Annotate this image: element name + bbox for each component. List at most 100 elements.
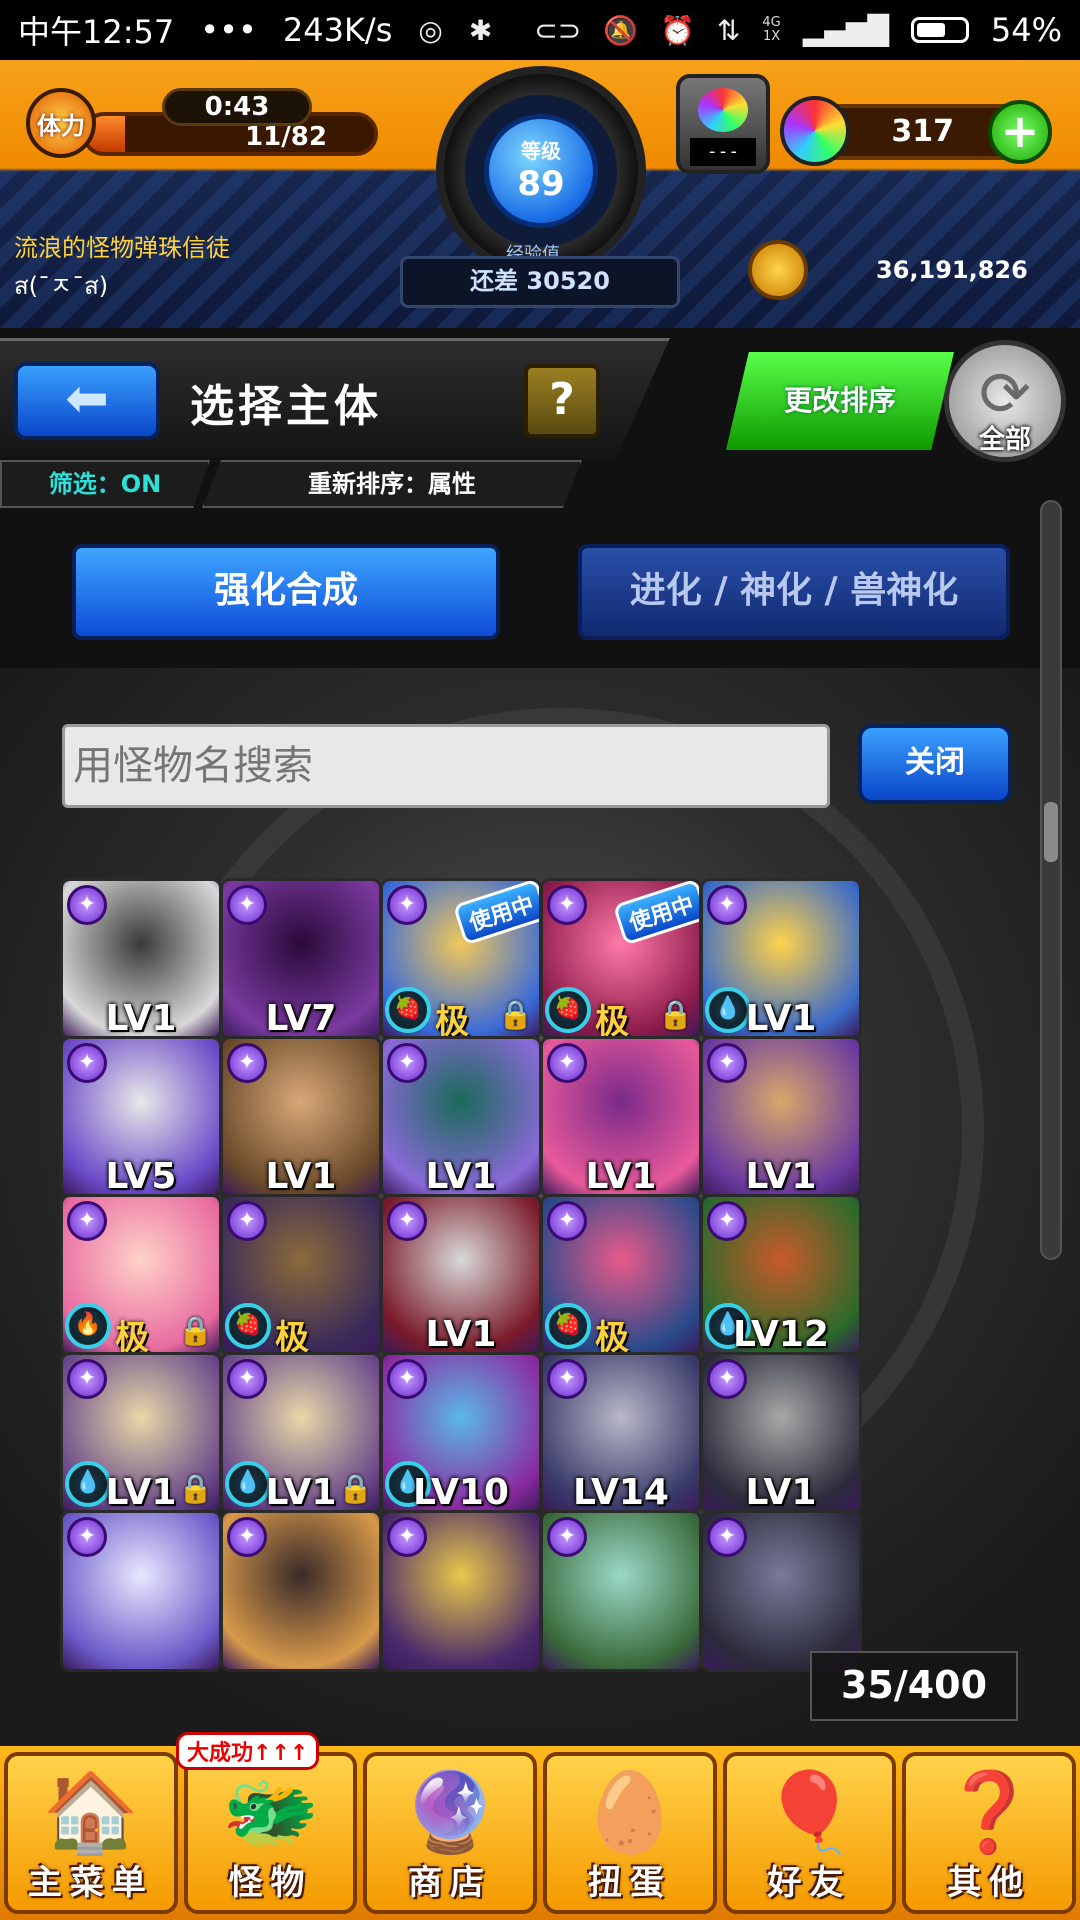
monster-card[interactable]: ✦ — [220, 1510, 382, 1672]
status-time: 中午12:57 — [18, 13, 175, 51]
dark-element-icon: ✦ — [547, 885, 587, 925]
lock-icon: 🔒 — [178, 1314, 213, 1347]
help-button[interactable]: ? — [524, 364, 600, 438]
player-comment: ส(¯ㅈ¯ส) — [14, 272, 109, 300]
dark-element-icon: ✦ — [707, 885, 747, 925]
monster-card[interactable]: ✦ LV14 — [540, 1352, 702, 1514]
battery-percent: 54% — [990, 11, 1062, 49]
nav-item-3[interactable]: 🥚 扭蛋 — [543, 1752, 717, 1914]
nav-item-4[interactable]: 🎈 好友 — [722, 1752, 897, 1914]
stamina-count: 11/82 — [245, 122, 327, 152]
great-success-badge: 大成功↑↑↑ — [176, 1732, 320, 1770]
monster-card[interactable]: ✦ — [540, 1510, 702, 1672]
monster-card[interactable]: ✦ — [380, 1510, 542, 1672]
scrollbar[interactable] — [1040, 500, 1062, 1260]
orb-machine-icon[interactable]: --- — [676, 74, 770, 174]
monster-card[interactable]: ✦ 使用中 🍓 极 🔒 — [540, 878, 702, 1040]
nav-label: 主菜单 — [27, 1863, 154, 1903]
dark-element-icon: ✦ — [547, 1517, 587, 1557]
show-all-label: 全部 — [978, 425, 1031, 455]
filter-toggle[interactable]: 筛选：ON — [0, 460, 210, 508]
tab-power-up-fusion[interactable]: 强化合成 — [72, 544, 500, 640]
status-bar: 中午12:57 ••• 243K/s ◎ ✱ ⊂⊃ 🔕 ⏰ ⇅ 4G 1X ▂▄… — [0, 0, 1080, 60]
monster-card[interactable]: ✦ 🍓 极 — [540, 1194, 702, 1356]
monster-card[interactable]: ✦ 💧 LV1 — [700, 878, 862, 1040]
lock-icon: 🔒 — [658, 998, 693, 1031]
show-all-button[interactable]: ⟳ 全部 — [944, 340, 1066, 462]
max-level-mark: 极 — [595, 1002, 629, 1040]
buy-orbs-button[interactable]: + — [988, 100, 1052, 164]
monster-card[interactable]: ✦ LV1 — [60, 878, 222, 1040]
tab-evolution[interactable]: 进化 / 神化 / 兽神化 — [578, 544, 1010, 640]
monster-card[interactable]: ✦ LV5 — [60, 1036, 222, 1198]
dark-element-icon: ✦ — [227, 1043, 267, 1083]
monster-search-input[interactable] — [62, 724, 830, 808]
monster-card[interactable]: ✦ LV7 — [220, 878, 382, 1040]
monster-level: LV5 — [105, 1156, 177, 1197]
nav-item-2[interactable]: 🔮 商店 — [363, 1752, 538, 1914]
page-title: 选择主体 — [190, 381, 382, 432]
dark-element-icon: ✦ — [387, 1359, 427, 1399]
hotspot-icon: ◎ — [418, 13, 443, 47]
dark-element-icon: ✦ — [67, 885, 107, 925]
monster-level: LV1 — [425, 1314, 497, 1355]
dark-element-icon: ✦ — [547, 1359, 587, 1399]
monster-card[interactable]: ✦ LV1 — [380, 1194, 542, 1356]
monster-card[interactable]: ✦ 🍓 极 — [220, 1194, 382, 1356]
signal-icon: ▂▄▆█ — [802, 13, 889, 47]
orb-counter: 317 + — [780, 96, 1052, 166]
nav-item-0[interactable]: 🏠 主菜单 — [4, 1752, 178, 1914]
monster-card[interactable]: ✦ 💧 LV12 — [700, 1194, 862, 1356]
mute-icon: 🔕 — [603, 13, 639, 47]
lock-icon: 🔒 — [338, 1472, 373, 1505]
dark-element-icon: ✦ — [387, 1201, 427, 1241]
gold-coin-icon — [748, 240, 808, 300]
max-level-mark: 极 — [275, 1318, 309, 1356]
nav-label: 扭蛋 — [587, 1863, 672, 1903]
back-button[interactable]: ⬅ — [14, 362, 160, 440]
sort-status[interactable]: 重新排序：属性 — [202, 460, 582, 508]
change-sort-button[interactable]: 更改排序 — [726, 352, 954, 450]
monster-card[interactable]: ✦ LV1 — [540, 1036, 702, 1198]
nav-icon: ❓ — [940, 1768, 1038, 1858]
dark-element-icon: ✦ — [387, 1043, 427, 1083]
box-capacity: 35/400 — [810, 1651, 1018, 1721]
nav-label: 商店 — [408, 1863, 493, 1903]
monster-card[interactable]: ✦ LV1 — [700, 1036, 862, 1198]
monster-card[interactable]: ✦ LV1 — [700, 1352, 862, 1514]
dark-element-icon: ✦ — [67, 1201, 107, 1241]
max-level-mark: 极 — [435, 1002, 469, 1040]
close-search-button[interactable]: 关闭 — [858, 724, 1012, 804]
stamina-icon: 体力 — [26, 88, 96, 158]
max-level-mark: 极 — [595, 1318, 629, 1356]
nav-item-5[interactable]: ❓ 其他 — [902, 1752, 1077, 1914]
fruit-badge-icon: 🔥 — [65, 1303, 111, 1349]
monster-card[interactable]: ✦ 💧 LV1 🔒 — [220, 1352, 382, 1514]
network-type: 4G 1X — [762, 15, 781, 44]
nav-label: 怪物 — [228, 1863, 313, 1903]
monster-level: LV10 — [413, 1472, 509, 1513]
monster-card[interactable]: ✦ LV1 — [220, 1036, 382, 1198]
monster-card[interactable]: ✦ 使用中 🍓 极 🔒 — [380, 878, 542, 1040]
monster-card[interactable]: ✦ LV1 — [380, 1036, 542, 1198]
scrollbar-thumb[interactable] — [1044, 802, 1058, 862]
battery-icon — [910, 17, 969, 43]
dark-element-icon: ✦ — [67, 1517, 107, 1557]
dark-element-icon: ✦ — [227, 1517, 267, 1557]
dark-element-icon: ✦ — [547, 1043, 587, 1083]
monster-box: 关闭 ✦LV1✦LV7✦使用中🍓极🔒✦使用中🍓极🔒✦💧LV1✦LV5✦LV1✦L… — [0, 668, 1080, 1746]
monster-level: LV1 — [585, 1156, 657, 1197]
stamina-meter: 体力 0:43 11/82 — [26, 88, 378, 158]
fruit-badge-icon: 🍓 — [225, 1303, 271, 1349]
monster-card[interactable]: ✦ — [700, 1510, 862, 1672]
machine-screen: --- — [690, 138, 756, 166]
bottom-nav: 🏠 主菜单 🐲 怪物 🔮 商店 🥚 扭蛋 🎈 好友 ❓ 其他 — [0, 1746, 1080, 1920]
monster-card[interactable]: ✦ — [60, 1510, 222, 1672]
monster-card[interactable]: ✦ 💧 LV1 🔒 — [60, 1352, 222, 1514]
monster-card[interactable]: ✦ 🔥 极 🔒 — [60, 1194, 222, 1356]
nav-item-1[interactable]: 🐲 怪物 — [183, 1752, 358, 1914]
monster-card[interactable]: ✦ 💧 LV10 — [380, 1352, 542, 1514]
dark-element-icon: ✦ — [67, 1043, 107, 1083]
lock-icon: 🔒 — [178, 1472, 213, 1505]
coin-balance: 36,191,826 — [876, 256, 1028, 284]
